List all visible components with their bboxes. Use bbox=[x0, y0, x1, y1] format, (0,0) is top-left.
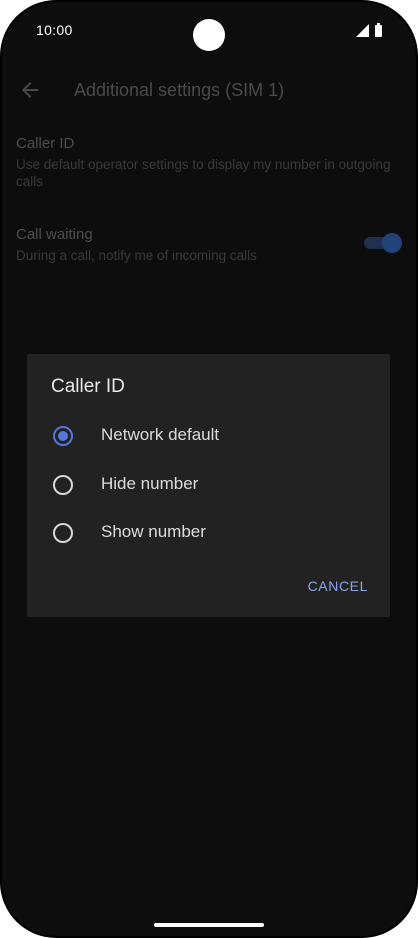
setting-summary: Use default operator settings to display… bbox=[16, 157, 391, 189]
option-network-default[interactable]: Network default bbox=[27, 414, 390, 458]
setting-title: Caller ID bbox=[16, 135, 75, 152]
option-label: Network default bbox=[101, 425, 220, 444]
radio-button[interactable] bbox=[53, 523, 73, 543]
radio-button-checked[interactable] bbox=[53, 426, 73, 446]
toggle-thumb bbox=[382, 233, 402, 253]
status-time: 10:00 bbox=[36, 22, 73, 38]
setting-caller-id[interactable]: Caller ID Use default operator settings … bbox=[16, 134, 396, 190]
signal-icon bbox=[356, 24, 369, 37]
app-bar: Additional settings (SIM 1) bbox=[2, 70, 416, 110]
dialog-title: Caller ID bbox=[51, 376, 125, 397]
phone-frame: 10:00 Additional settings (SIM 1) Caller… bbox=[0, 0, 418, 938]
option-show-number[interactable]: Show number bbox=[27, 511, 390, 555]
back-arrow-icon[interactable] bbox=[18, 78, 42, 102]
option-label: Hide number bbox=[101, 474, 199, 493]
front-camera bbox=[193, 19, 225, 51]
option-hide-number[interactable]: Hide number bbox=[27, 463, 390, 507]
radio-button[interactable] bbox=[53, 475, 73, 495]
caller-id-dialog: Caller ID Network default Hide number Sh… bbox=[27, 354, 390, 617]
screen: 10:00 Additional settings (SIM 1) Caller… bbox=[2, 2, 416, 936]
call-waiting-toggle[interactable] bbox=[364, 233, 402, 253]
battery-icon bbox=[375, 22, 382, 37]
status-icons bbox=[356, 22, 382, 37]
setting-call-waiting[interactable]: Call waiting During a call, notify me of… bbox=[16, 225, 346, 264]
setting-title: Call waiting bbox=[16, 226, 93, 243]
setting-summary: During a call, notify me of incoming cal… bbox=[16, 248, 257, 263]
home-indicator[interactable] bbox=[154, 923, 264, 927]
cancel-button[interactable]: CANCEL bbox=[308, 578, 368, 594]
option-label: Show number bbox=[101, 522, 206, 541]
page-title: Additional settings (SIM 1) bbox=[74, 80, 285, 100]
